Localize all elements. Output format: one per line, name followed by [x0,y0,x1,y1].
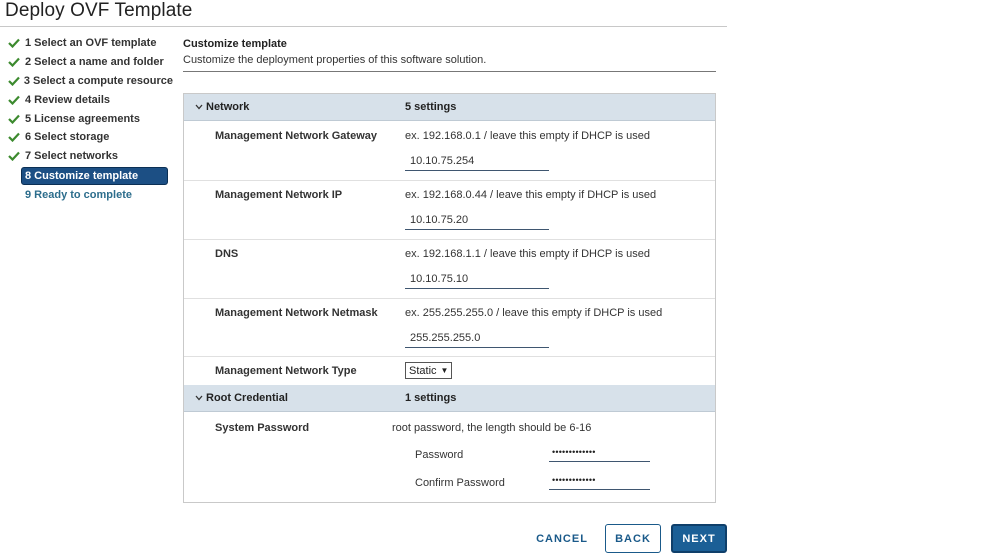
step-label: 2 Select a name and folder [25,56,164,69]
ip-input[interactable]: 10.10.75.20 [405,211,549,230]
back-button[interactable]: BACK [605,524,661,553]
property-row-network-type: Management Network Type Static ▼ [184,357,715,385]
content-header: Customize template Customize the deploym… [183,38,716,72]
wizard-steps: 1 Select an OVF template 2 Select a name… [8,34,173,204]
property-label: System Password [215,422,310,434]
check-icon [8,57,25,68]
confirm-password-input[interactable]: ••••••••••••• [549,474,650,490]
title-divider [0,26,727,27]
section-name: Network [206,101,250,113]
property-row-netmask: Management Network Netmask ex. 255.255.2… [184,299,715,357]
step-4[interactable]: 4 Review details [8,90,173,109]
property-hint: root password, the length should be 6-16 [392,422,592,434]
dialog-title: Deploy OVF Template [5,0,193,21]
page-subtitle: Customize the deployment properties of t… [183,54,487,66]
select-value: Static [409,364,437,377]
step-label: 4 Review details [25,93,110,106]
header-divider [183,71,716,72]
cancel-button[interactable]: CANCEL [531,524,593,553]
dropdown-arrow-icon: ▼ [440,366,449,375]
page-title: Customize template [183,38,287,50]
check-icon [8,38,25,49]
step-8-current[interactable]: 8 Customize template [21,166,168,185]
network-type-select[interactable]: Static ▼ [405,362,453,379]
step-1[interactable]: 1 Select an OVF template [8,34,173,53]
netmask-input[interactable]: 255.255.255.0 [405,329,549,348]
step-7[interactable]: 7 Select networks [8,147,173,166]
gateway-input[interactable]: 10.10.75.254 [405,152,549,171]
property-hint: ex. 192.168.1.1 / leave this empty if DH… [405,248,650,260]
step-3[interactable]: 3 Select a compute resource [8,72,173,91]
check-icon [8,95,25,105]
property-label: Management Network Gateway [215,130,377,142]
section-count: 5 settings [405,101,457,113]
section-name: Root Credential [206,392,288,404]
property-row-dns: DNS ex. 192.168.1.1 / leave this empty i… [184,240,715,299]
step-label: 1 Select an OVF template [25,37,157,50]
step-2[interactable]: 2 Select a name and folder [8,53,173,72]
property-label: DNS [215,248,239,260]
check-icon [8,114,25,124]
confirm-password-label: Confirm Password [415,477,505,489]
check-icon [8,151,25,162]
next-button[interactable]: NEXT [671,524,727,553]
step-label: 7 Select networks [25,150,118,163]
properties-panel: Network 5 settings Management Network Ga… [183,93,716,503]
property-row-ip: Management Network IP ex. 192.168.0.44 /… [184,181,715,240]
property-row-system-password: System Password root password, the lengt… [184,413,715,502]
section-count: 1 settings [405,392,457,404]
step-6[interactable]: 6 Select storage [8,128,173,147]
check-icon [8,132,25,143]
step-label: 6 Select storage [25,131,110,144]
step-9[interactable]: 9 Ready to complete [8,186,173,205]
chevron-down-icon[interactable] [194,393,204,403]
password-input[interactable]: ••••••••••••• [549,446,650,462]
property-hint: ex. 255.255.255.0 / leave this empty if … [405,307,663,319]
property-label: Management Network Type [215,365,357,377]
password-label: Password [415,449,464,461]
step-label: 3 Select a compute resource [23,74,173,87]
property-hint: ex. 192.168.0.1 / leave this empty if DH… [405,130,650,142]
property-label: Management Network IP [215,189,343,201]
chevron-down-icon[interactable] [194,102,204,112]
property-hint: ex. 192.168.0.44 / leave this empty if D… [405,189,657,201]
check-icon [8,76,24,86]
step-5[interactable]: 5 License agreements [8,109,173,128]
property-row-gateway: Management Network Gateway ex. 192.168.0… [184,122,715,181]
section-network-header[interactable]: Network 5 settings [184,94,715,121]
section-root-header[interactable]: Root Credential 1 settings [184,385,715,412]
property-label: Management Network Netmask [215,307,378,319]
step-label: 9 Ready to complete [25,188,132,201]
step-label: 5 License agreements [25,112,140,125]
dns-input[interactable]: 10.10.75.10 [405,270,549,289]
step-label: 8 Customize template [25,169,139,182]
